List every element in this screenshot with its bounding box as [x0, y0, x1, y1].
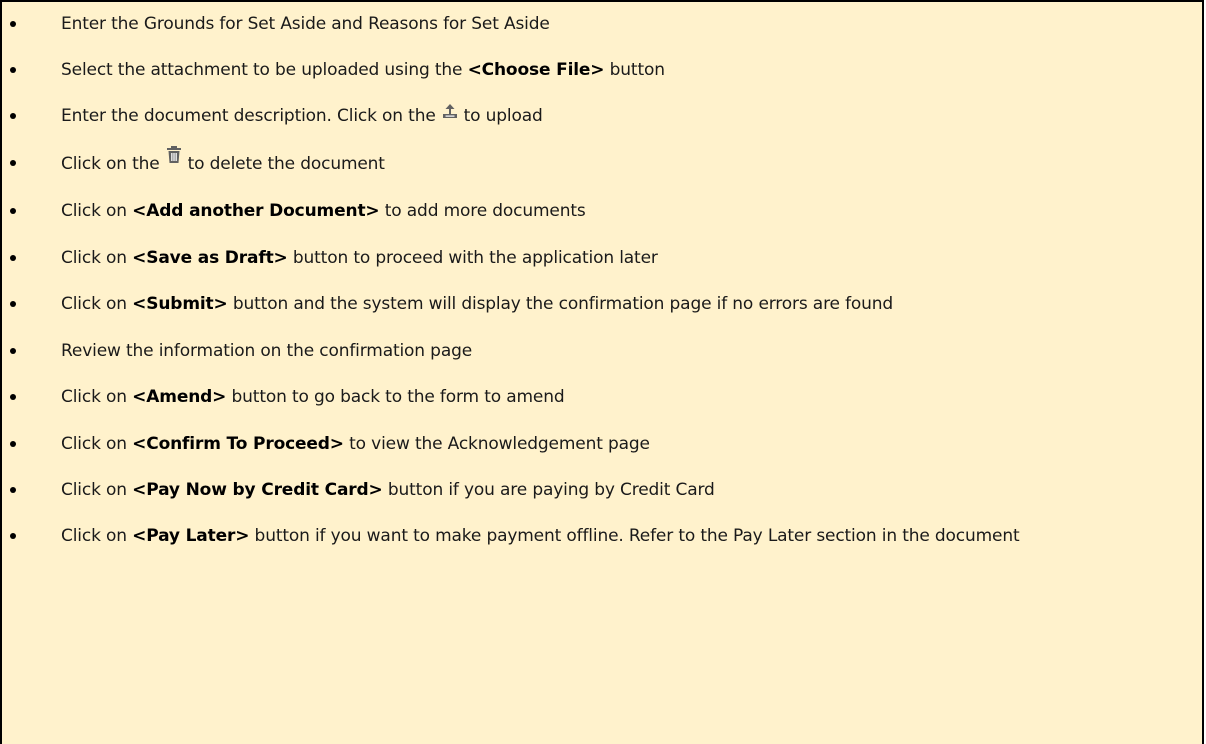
step-text: Click on <Add another Document> to add m…: [61, 200, 1186, 222]
step-text-bold: <Choose File>: [467, 60, 605, 80]
step-text-plain: Click on: [61, 526, 133, 546]
bullet-icon: [10, 67, 16, 73]
step-text-plain: button: [604, 60, 665, 80]
step-text-plain: Select the attachment to be uploaded usi…: [61, 60, 468, 80]
step-text: Click on <Amend> button to go back to th…: [61, 386, 1186, 408]
bullet-icon: [10, 301, 16, 307]
step-text-plain: Enter the document description. Click on…: [61, 106, 436, 126]
step-text-bold: <Submit>: [132, 294, 228, 314]
step-text: Review the information on the confirmati…: [61, 340, 1186, 362]
step-text-plain: to view the Acknowledgement page: [343, 434, 650, 454]
step-text-plain: Enter the Grounds for Set Aside and Reas…: [61, 14, 550, 34]
step-text-bold: <Pay Later>: [132, 526, 250, 546]
step-text: Click on <Pay Later> button if you want …: [61, 525, 1186, 547]
bullet-icon: [10, 487, 16, 493]
step-text-plain: to add more documents: [379, 201, 586, 221]
bullet-icon: [10, 394, 16, 400]
step-text: Click on the to delete the document: [61, 146, 1186, 176]
step-text: Click on <Confirm To Proceed> to view th…: [61, 433, 1186, 455]
bullet-icon: [10, 441, 16, 447]
instruction-panel: Enter the Grounds for Set Aside and Reas…: [0, 0, 1204, 744]
step-text-bold: <Pay Now by Credit Card>: [132, 480, 383, 500]
bullet-icon: [10, 113, 16, 119]
bullet-icon: [10, 160, 16, 166]
upload-icon: [442, 103, 458, 125]
step-text-plain: Click on: [61, 294, 133, 314]
step-text: Enter the Grounds for Set Aside and Reas…: [61, 13, 1186, 35]
step-text-plain: button to go back to the form to amend: [226, 387, 565, 407]
trash-icon: [166, 146, 182, 170]
step-text-plain: Click on: [61, 201, 133, 221]
step-text: Select the attachment to be uploaded usi…: [61, 59, 1186, 81]
step-text-plain: Click on: [61, 387, 133, 407]
bullet-icon: [10, 21, 16, 27]
step-text-plain: button if you are paying by Credit Card: [382, 480, 715, 500]
step-text-bold: <Confirm To Proceed>: [132, 434, 344, 454]
step-text-plain: Click on: [61, 248, 133, 268]
step-text-plain: to upload: [463, 106, 543, 126]
step-text-plain: button to proceed with the application l…: [287, 248, 658, 268]
step-text-plain: Click on the: [61, 154, 160, 174]
step-text: Click on <Save as Draft> button to proce…: [61, 247, 1186, 269]
step-text-bold: <Amend>: [132, 387, 227, 407]
step-text-plain: Review the information on the confirmati…: [61, 341, 473, 361]
step-text: Click on <Pay Now by Credit Card> button…: [61, 479, 1186, 501]
bullet-icon: [10, 533, 16, 539]
step-text-bold: <Save as Draft>: [132, 248, 288, 268]
step-text-bold: <Add another Document>: [132, 201, 380, 221]
step-text-plain: Click on: [61, 434, 133, 454]
step-text: Enter the document description. Click on…: [61, 103, 1186, 127]
step-text-plain: Click on: [61, 480, 133, 500]
bullet-icon: [10, 348, 16, 354]
step-text-plain: button if you want to make payment offli…: [249, 526, 1020, 546]
bullet-icon: [10, 208, 16, 214]
step-text: Click on <Submit> button and the system …: [61, 293, 1186, 315]
step-text-plain: button and the system will display the c…: [227, 294, 894, 314]
step-text-plain: to delete the document: [187, 154, 385, 174]
bullet-icon: [10, 255, 16, 261]
